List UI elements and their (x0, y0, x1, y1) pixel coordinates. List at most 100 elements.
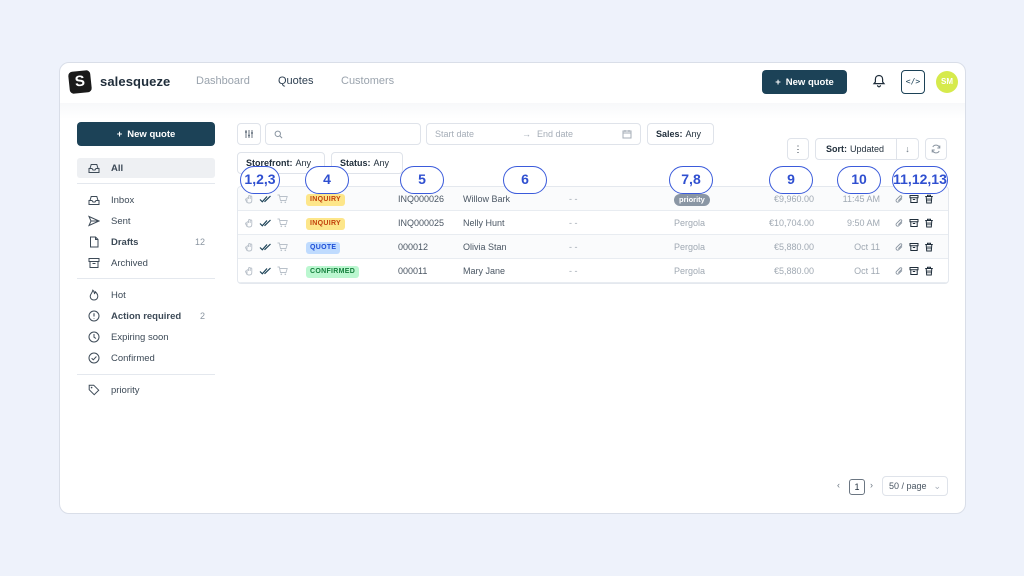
annotation-marker: 4 (305, 166, 349, 194)
sidebar-item-archived[interactable]: Archived (77, 253, 215, 273)
content-area: + New quote All Inbox Sent Drafts 12 Arc… (59, 62, 966, 514)
more-options-button[interactable]: ⋮ (787, 138, 809, 160)
sort-text: Sort: Updated (816, 144, 884, 154)
date-range-picker[interactable]: Start date → End date (426, 123, 641, 145)
quotes-table: INQUIRY INQ000026 Willow Bark - - priority €9… (237, 186, 949, 284)
trash-icon[interactable] (924, 242, 934, 252)
trash-icon[interactable] (924, 266, 934, 276)
quote-number[interactable]: 000012 (398, 235, 428, 259)
double-check-icon[interactable] (259, 218, 272, 228)
paperclip-icon[interactable] (895, 266, 904, 276)
product-tag: Pergola (674, 266, 706, 276)
quote-number[interactable]: 000011 (398, 259, 427, 283)
hand-icon[interactable] (244, 266, 254, 276)
empty-field: - - (569, 194, 578, 204)
archive-icon[interactable] (909, 266, 919, 276)
next-page-button[interactable]: › (870, 480, 873, 490)
customer-name[interactable]: Olivia Stan (463, 235, 507, 259)
table-row[interactable]: QUOTE 000012 Olivia Stan - - Pergola €5,880.0… (238, 235, 948, 259)
sidebar-item-hot[interactable]: Hot (77, 285, 215, 305)
filter-settings-button[interactable] (237, 123, 261, 145)
sidebar-item-label: Confirmed (111, 352, 155, 364)
sidebar-item-action-required[interactable]: Action required 2 (77, 306, 215, 326)
tag-pill: priority (674, 193, 710, 206)
page-size-select[interactable]: 50 / page ⌄ (882, 476, 948, 496)
sidebar-item-sent[interactable]: Sent (77, 211, 215, 231)
empty-field: - - (569, 266, 578, 276)
sort-label: Sort: (826, 144, 847, 154)
updated-time: Oct 11 (854, 242, 880, 252)
drafts-count: 12 (194, 237, 205, 247)
sidebar-item-label: Inbox (111, 194, 135, 206)
sidebar-item-inbox[interactable]: Inbox (77, 190, 215, 210)
sort-direction-icon[interactable]: ↓ (896, 139, 918, 159)
row-actions (895, 235, 934, 259)
refresh-icon (931, 144, 941, 154)
sidebar-divider (77, 278, 215, 279)
customer-name[interactable]: Willow Bark (463, 187, 510, 211)
cart-icon[interactable] (277, 218, 288, 228)
double-check-icon[interactable] (259, 242, 272, 252)
sidebar-item-confirmed[interactable]: Confirmed (77, 348, 215, 368)
paperclip-icon[interactable] (895, 242, 904, 252)
archive-icon[interactable] (909, 218, 919, 228)
annotation-marker: 9 (769, 166, 813, 194)
sales-filter-label: Sales: (656, 129, 683, 139)
hand-icon[interactable] (244, 218, 254, 228)
sort-control[interactable]: Sort: Updated ↓ (815, 138, 919, 160)
product-tag: Pergola (674, 218, 706, 228)
arrow-right-icon: → (522, 129, 532, 139)
calendar-icon (622, 130, 632, 139)
cart-icon[interactable] (277, 266, 288, 276)
sidebar-new-quote-button[interactable]: + New quote (77, 122, 215, 146)
sidebar-item-expiring-soon[interactable]: Expiring soon (77, 327, 215, 347)
archive-icon[interactable] (909, 242, 919, 252)
sidebar-new-quote-label: New quote (127, 128, 176, 140)
sidebar-item-priority[interactable]: priority (77, 380, 215, 400)
sidebar-item-label: Drafts (111, 236, 139, 248)
page-size-value: 50 / page (889, 481, 927, 491)
annotation-marker: 6 (503, 166, 547, 194)
trash-icon[interactable] (924, 218, 934, 228)
product-tag: Pergola (674, 242, 706, 252)
double-check-icon[interactable] (259, 194, 272, 204)
search-input[interactable] (265, 123, 421, 145)
sales-filter-value: Any (685, 129, 702, 139)
prev-page-button[interactable]: ‹ (837, 480, 840, 490)
cart-icon[interactable] (277, 194, 288, 204)
current-page[interactable]: 1 (849, 479, 865, 495)
sliders-icon (245, 130, 253, 138)
annotation-marker: 1,2,3 (240, 166, 280, 194)
sidebar-item-all[interactable]: All (77, 158, 215, 178)
table-row[interactable]: INQUIRY INQ000025 Nelly Hunt - - Pergola €10,… (238, 211, 948, 235)
paperclip-icon[interactable] (895, 218, 904, 228)
customer-name[interactable]: Mary Jane (463, 259, 505, 283)
updated-time: 9:50 AM (846, 218, 880, 228)
sales-filter[interactable]: Sales: Any (647, 123, 714, 145)
alert-circle-icon (87, 309, 101, 323)
trash-icon[interactable] (924, 194, 934, 204)
archive-icon (87, 256, 101, 270)
quote-number[interactable]: INQ000025 (398, 211, 444, 235)
chevron-down-icon: ⌄ (933, 481, 941, 491)
send-icon (87, 214, 101, 228)
archive-icon[interactable] (909, 194, 919, 204)
flame-icon (87, 288, 101, 302)
start-date-placeholder: Start date (435, 129, 475, 139)
hand-icon[interactable] (244, 242, 254, 252)
cart-icon[interactable] (277, 242, 288, 252)
sidebar-item-drafts[interactable]: Drafts 12 (77, 232, 215, 252)
refresh-button[interactable] (925, 138, 947, 160)
customer-name[interactable]: Nelly Hunt (463, 211, 505, 235)
search-icon (274, 130, 283, 138)
table-row[interactable]: CONFIRMED 000011 Mary Jane - - Pergola €5,880… (238, 259, 948, 283)
double-check-icon[interactable] (259, 266, 272, 276)
storefront-filter-value: Any (295, 158, 312, 168)
status-badge: QUOTE (306, 241, 341, 254)
tag-icon (87, 383, 101, 397)
row-actions (895, 211, 934, 235)
hand-icon[interactable] (244, 194, 254, 204)
quote-amount: €5,880.00 (773, 242, 814, 252)
sidebar-item-label: Action required (111, 310, 182, 322)
paperclip-icon[interactable] (895, 194, 904, 204)
